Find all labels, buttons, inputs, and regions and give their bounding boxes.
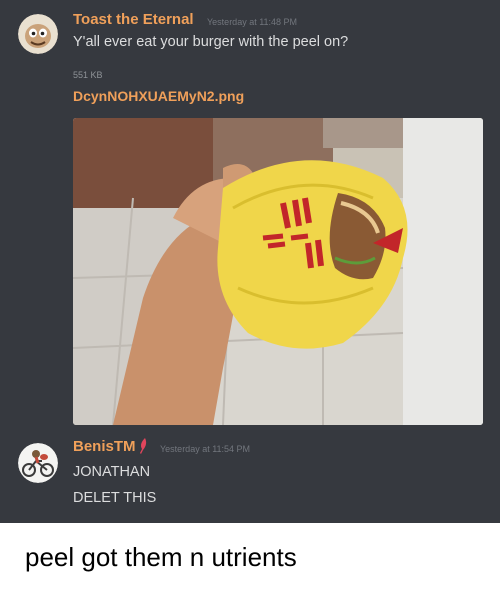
timestamp: Yesterday at 11:48 PM bbox=[207, 17, 298, 27]
avatar[interactable] bbox=[18, 443, 58, 483]
timestamp: Yesterday at 11:54 PM bbox=[160, 444, 251, 454]
message-text: Y'all ever eat your burger with the peel… bbox=[73, 34, 349, 50]
avatar[interactable] bbox=[18, 14, 58, 54]
message-line: JONATHAN bbox=[73, 464, 151, 480]
username[interactable]: BenisTM bbox=[73, 438, 136, 455]
cyclist-avatar-icon bbox=[18, 443, 58, 483]
username[interactable]: Toast the Eternal bbox=[73, 11, 194, 28]
feather-quill-icon bbox=[138, 438, 148, 459]
chat-window: Toast the Eternal Yesterday at 11:48 PM … bbox=[0, 0, 500, 523]
message-line: DELET THIS bbox=[73, 490, 157, 506]
meme-caption: peel got them n utrients bbox=[25, 542, 297, 572]
attachment-filename-link[interactable]: DcynNOHXUAEMyN2.png bbox=[73, 88, 244, 104]
burger-photo-image bbox=[73, 118, 483, 425]
cartoon-avatar-icon bbox=[18, 14, 58, 54]
attachment-size: 551 KB bbox=[73, 70, 103, 80]
image-attachment[interactable] bbox=[73, 118, 483, 425]
